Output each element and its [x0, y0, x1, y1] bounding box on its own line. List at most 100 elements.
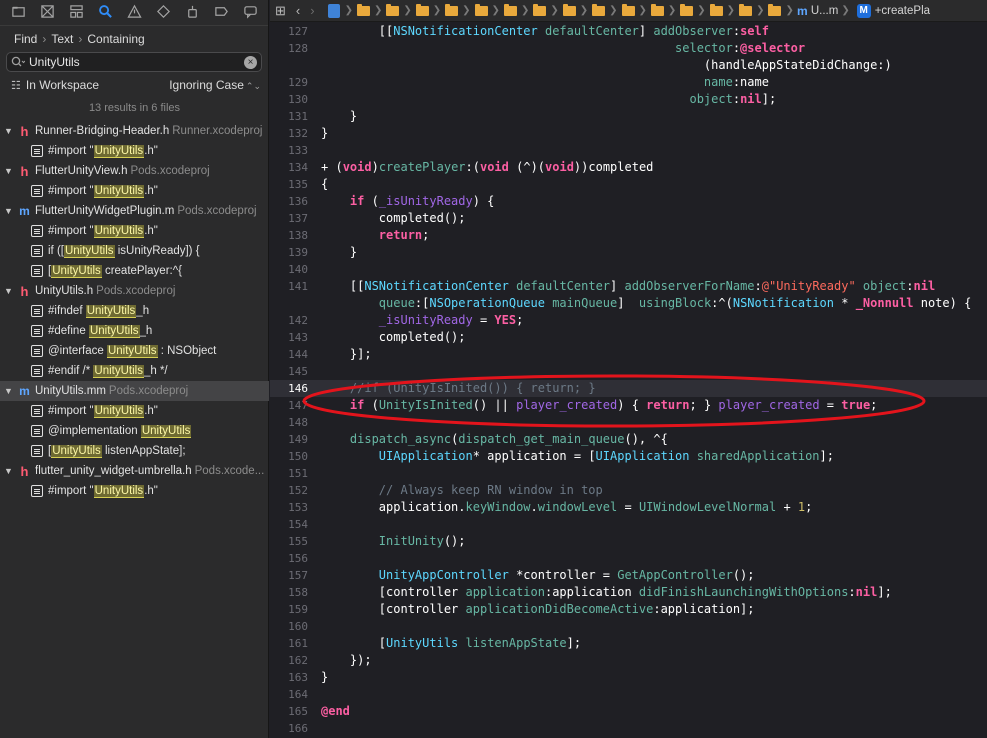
code-line[interactable]: 158 [controller application:application …: [270, 584, 987, 601]
line-number[interactable]: 161: [270, 635, 308, 652]
disclosure-triangle-icon[interactable]: ▼: [4, 126, 16, 136]
find-mode-text[interactable]: Text: [51, 32, 73, 46]
symbol-navigator-tab[interactable]: [62, 2, 91, 24]
project-icon[interactable]: [327, 3, 340, 18]
line-number[interactable]: 138: [270, 227, 308, 244]
code-line[interactable]: 136 if (_isUnityReady) {: [270, 193, 987, 210]
line-number[interactable]: 162: [270, 652, 308, 669]
code-line[interactable]: 166: [270, 720, 987, 737]
chevron-right-icon[interactable]: ›: [305, 3, 319, 18]
line-number[interactable]: 165: [270, 703, 308, 720]
code-line[interactable]: 162 });: [270, 652, 987, 669]
line-number[interactable]: 151: [270, 465, 308, 482]
code-line[interactable]: 144 }];: [270, 346, 987, 363]
code-line[interactable]: 134 + (void)createPlayer:(void (^)(void))…: [270, 159, 987, 176]
search-field[interactable]: ×: [6, 52, 262, 72]
code-line[interactable]: 131 }: [270, 108, 987, 125]
code-line[interactable]: queue:[NSOperationQueue mainQueue] using…: [270, 295, 987, 312]
result-match-row[interactable]: [UnityUtils createPlayer:^{: [0, 261, 269, 281]
folder-icon[interactable]: [592, 3, 606, 16]
result-match-row[interactable]: #import "UnityUtils.h": [0, 481, 269, 501]
code-line[interactable]: 154: [270, 516, 987, 533]
line-number[interactable]: 150: [270, 448, 308, 465]
line-number[interactable]: 129: [270, 74, 308, 91]
jump-bar-file[interactable]: m U...m: [795, 4, 838, 18]
line-number[interactable]: 134: [270, 159, 308, 176]
folder-icon[interactable]: [533, 3, 547, 16]
code-line[interactable]: 138 return;: [270, 227, 987, 244]
code-line[interactable]: 157 UnityAppController *controller = Get…: [270, 567, 987, 584]
find-mode-find[interactable]: Find: [14, 32, 37, 46]
code-line[interactable]: 155 InitUnity();: [270, 533, 987, 550]
folder-icon[interactable]: [650, 3, 664, 16]
code-line[interactable]: 130 object:nil];: [270, 91, 987, 108]
code-line[interactable]: 140: [270, 261, 987, 278]
code-line[interactable]: 146 //if (UnityIsInited()) { return; }: [270, 380, 987, 397]
line-number[interactable]: 144: [270, 346, 308, 363]
folder-icon[interactable]: [680, 3, 694, 16]
code-line[interactable]: 160: [270, 618, 987, 635]
jump-bar-method-label[interactable]: +createPla: [875, 5, 930, 17]
result-match-row[interactable]: @interface UnityUtils : NSObject: [0, 341, 269, 361]
project-navigator-tab[interactable]: [4, 2, 33, 24]
line-number[interactable]: 142: [270, 312, 308, 329]
line-number[interactable]: 147: [270, 397, 308, 414]
line-number[interactable]: 163: [270, 669, 308, 686]
result-match-row[interactable]: #endif /* UnityUtils_h */: [0, 361, 269, 381]
code-line[interactable]: (handleAppStateDidChange:): [270, 57, 987, 74]
code-line[interactable]: 153 application.keyWindow.windowLevel = …: [270, 499, 987, 516]
line-number[interactable]: 130: [270, 91, 308, 108]
line-number[interactable]: 148: [270, 414, 308, 431]
find-navigator-tab[interactable]: [91, 2, 120, 24]
result-file-row[interactable]: ▼ h flutter_unity_widget-umbrella.h Pods.xc…: [0, 461, 269, 481]
folder-icon[interactable]: [621, 3, 635, 16]
result-match-row[interactable]: @implementation UnityUtils: [0, 421, 269, 441]
code-line[interactable]: 151: [270, 465, 987, 482]
code-line[interactable]: 137 completed();: [270, 210, 987, 227]
code-line[interactable]: 141 [[NSNotificationCenter defaultCenter…: [270, 278, 987, 295]
folder-icon[interactable]: [415, 3, 429, 16]
result-match-row[interactable]: [UnityUtils listenAppState];: [0, 441, 269, 461]
result-match-row[interactable]: #import "UnityUtils.h": [0, 181, 269, 201]
line-number[interactable]: 153: [270, 499, 308, 516]
result-file-row[interactable]: ▼ h FlutterUnityView.h Pods.xcodeproj: [0, 161, 269, 181]
line-number[interactable]: 141: [270, 278, 308, 295]
disclosure-triangle-icon[interactable]: ▼: [4, 286, 16, 296]
code-line[interactable]: 165 @end: [270, 703, 987, 720]
result-match-row[interactable]: #import "UnityUtils.h": [0, 221, 269, 241]
report-navigator-tab[interactable]: [236, 2, 265, 24]
issue-navigator-tab[interactable]: [120, 2, 149, 24]
scope-selector[interactable]: ☷ In Workspace: [0, 78, 99, 92]
line-number[interactable]: 157: [270, 567, 308, 584]
line-number[interactable]: 146: [270, 380, 308, 397]
disclosure-triangle-icon[interactable]: ▼: [4, 466, 16, 476]
result-file-row[interactable]: ▼ m UnityUtils.mm Pods.xcodeproj: [0, 381, 269, 401]
code-line[interactable]: 147 if (UnityIsInited() || player_create…: [270, 397, 987, 414]
disclosure-triangle-icon[interactable]: ▼: [4, 386, 16, 396]
line-number[interactable]: 166: [270, 720, 308, 737]
line-number[interactable]: 154: [270, 516, 308, 533]
debug-navigator-tab[interactable]: [178, 2, 207, 24]
folder-icon[interactable]: [386, 3, 400, 16]
grid-icon[interactable]: ⊞: [270, 3, 291, 19]
code-line[interactable]: 159 [controller applicationDidBecomeActi…: [270, 601, 987, 618]
find-mode-breadcrumb[interactable]: Find › Text › Containing: [0, 26, 268, 52]
source-editor[interactable]: 127 [[NSNotificationCenter defaultCenter…: [270, 23, 987, 738]
result-match-row[interactable]: #import "UnityUtils.h": [0, 401, 269, 421]
find-mode-containing[interactable]: Containing: [87, 32, 144, 46]
test-navigator-tab[interactable]: [149, 2, 178, 24]
line-number[interactable]: 156: [270, 550, 308, 567]
folder-icon[interactable]: [474, 3, 488, 16]
line-number[interactable]: 164: [270, 686, 308, 703]
code-line[interactable]: 152 // Always keep RN window in top: [270, 482, 987, 499]
code-line[interactable]: 142 _isUnityReady = YES;: [270, 312, 987, 329]
clear-search-icon[interactable]: ×: [244, 55, 257, 69]
folder-icon[interactable]: [709, 3, 723, 16]
code-line[interactable]: 135 {: [270, 176, 987, 193]
result-file-row[interactable]: ▼ m FlutterUnityWidgetPlugin.m Pods.xcodepr…: [0, 201, 269, 221]
line-number[interactable]: 149: [270, 431, 308, 448]
code-line[interactable]: 143 completed();: [270, 329, 987, 346]
line-number[interactable]: 128: [270, 40, 308, 57]
code-line[interactable]: 156: [270, 550, 987, 567]
disclosure-triangle-icon[interactable]: ▼: [4, 166, 16, 176]
